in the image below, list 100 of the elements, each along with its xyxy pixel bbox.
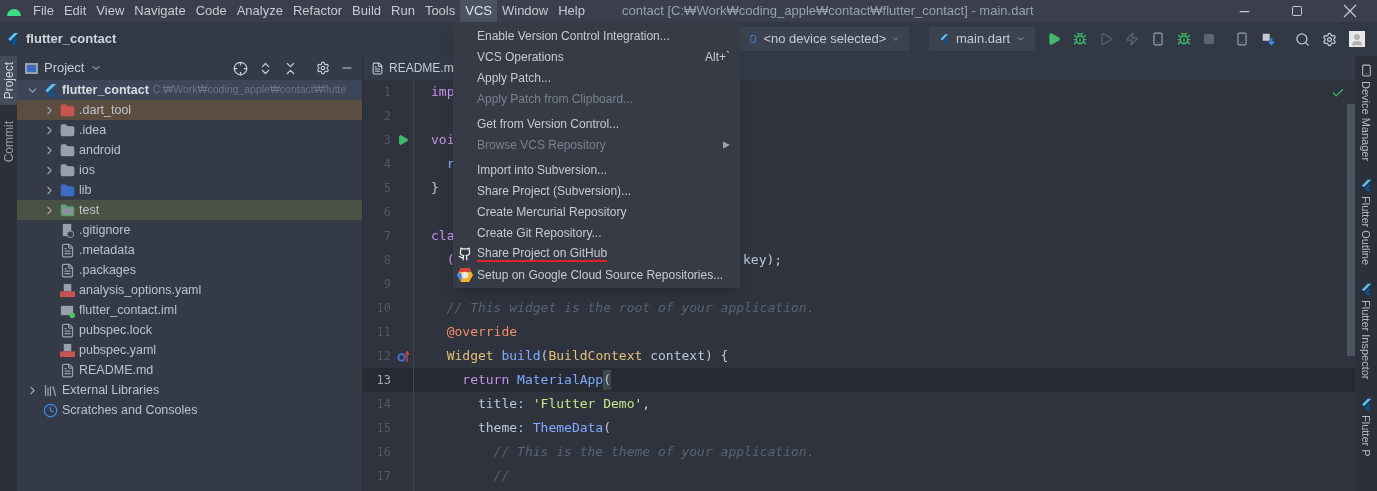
tree-item[interactable]: .gitignore <box>17 220 362 240</box>
tree-item[interactable]: Scratches and Consoles <box>17 400 362 420</box>
text-file-icon <box>60 262 75 278</box>
menu-item-label: Create Mercurial Repository <box>477 203 627 221</box>
tool-window-tab[interactable]: Device Manager <box>1357 64 1375 162</box>
menu-item[interactable]: VCS Operations Alt+` <box>453 46 740 67</box>
menu-item[interactable]: Get from Version Control... <box>453 113 740 134</box>
device-icon[interactable] <box>1151 32 1166 46</box>
menu-item[interactable]: Create Mercurial Repository <box>453 201 740 222</box>
flutter-logo-icon <box>1359 397 1373 411</box>
menu-item[interactable]: Analyze <box>231 0 288 22</box>
run-icon[interactable] <box>397 134 409 146</box>
flutter-logo-icon <box>1359 283 1373 297</box>
close-icon[interactable] <box>1343 4 1357 18</box>
tree-item[interactable]: README.md <box>17 360 362 380</box>
code-line: title: 'Flutter Demo', <box>476 395 651 414</box>
menu-item[interactable]: View <box>91 0 130 22</box>
tree-item[interactable]: lib <box>17 180 362 200</box>
attach-debugger-icon[interactable] <box>1177 32 1192 46</box>
menu-item[interactable]: Edit <box>58 0 92 22</box>
maximize-icon[interactable] <box>1291 5 1303 17</box>
tree-item[interactable]: .metadata <box>17 240 362 260</box>
tree-item-label: .dart_tool <box>79 101 132 119</box>
tool-window-tab[interactable]: Flutter P <box>1357 397 1375 457</box>
text-file-icon <box>60 322 75 338</box>
locate-icon[interactable] <box>233 60 248 76</box>
menu-item[interactable]: Refactor <box>287 0 348 22</box>
text-file-icon <box>60 242 75 258</box>
tree-item[interactable]: .dart_tool <box>17 100 362 120</box>
tree-item[interactable]: analysis_options.yaml <box>17 280 362 300</box>
code-line: key); <box>743 251 783 270</box>
menu-item[interactable]: Share Project on GitHub <box>453 243 740 264</box>
file-icon <box>371 61 384 75</box>
menu-item-label: Apply Patch... <box>477 69 552 87</box>
code-line: imp <box>431 83 455 102</box>
tool-window-tab[interactable]: Project <box>0 56 17 106</box>
menu-item[interactable]: Window <box>496 0 554 22</box>
submenu-arrow-icon <box>723 140 730 149</box>
menu-item-label: Browse VCS Repository <box>477 136 606 154</box>
menu-item-label: Share Project on GitHub <box>477 245 608 262</box>
code-line: ( <box>445 251 455 270</box>
editor-tab[interactable]: README.m <box>363 56 456 80</box>
menu-item[interactable]: Enable Version Control Integration... <box>453 25 740 46</box>
tree-item-label: ios <box>79 161 95 179</box>
override-marker-icon[interactable] <box>397 349 410 363</box>
menu-item[interactable]: Run <box>386 0 420 22</box>
flutter-logo-icon <box>1359 179 1373 193</box>
menu-item[interactable]: Create Git Repository... <box>453 222 740 243</box>
menu-item[interactable]: File <box>28 0 59 22</box>
menu-item[interactable]: Apply Patch... <box>453 67 740 88</box>
code-line: Widget build(BuildContext context) { <box>445 347 729 366</box>
tree-item[interactable]: test <box>17 200 362 220</box>
shortcut: Alt+` <box>704 48 730 66</box>
tool-window-tab[interactable]: Flutter Outline <box>1357 179 1375 266</box>
tree-item[interactable]: .idea <box>17 120 362 140</box>
menu-item[interactable]: Code <box>190 0 232 22</box>
tool-window-tab[interactable]: Flutter Inspector <box>1357 283 1375 380</box>
menu-item-label: Setup on Google Cloud Source Repositories... <box>477 266 724 284</box>
menu-item-label: Import into Subversion... <box>477 161 608 179</box>
tree-item[interactable]: ios <box>17 160 362 180</box>
menu-item-label: Enable Version Control Integration... <box>477 27 670 45</box>
menu-item[interactable]: Share Project (Subversion)... <box>453 180 740 201</box>
run-config-selector[interactable]: main.dart <box>929 27 1036 51</box>
menu-item[interactable]: Build <box>347 0 386 22</box>
avatar-icon[interactable] <box>1349 31 1366 47</box>
tree-item[interactable]: pubspec.lock <box>17 320 362 340</box>
settings-icon[interactable] <box>316 61 330 75</box>
folder-icon <box>60 122 75 138</box>
tree-item-label: .metadata <box>79 241 135 259</box>
menu-item[interactable]: Tools <box>419 0 461 22</box>
tree-item[interactable]: External Libraries <box>17 380 362 400</box>
menu-item[interactable]: Help <box>553 0 590 22</box>
tree-item-label: .gitignore <box>79 221 131 239</box>
menu-item[interactable]: Import into Subversion... <box>453 159 740 180</box>
package-icon[interactable] <box>1261 32 1276 46</box>
device-manager-icon[interactable] <box>1235 32 1250 46</box>
menu-item-label: Get from Version Control... <box>477 115 620 133</box>
search-icon[interactable] <box>1295 31 1311 47</box>
view-selector[interactable]: Project <box>44 58 103 78</box>
device-selector[interactable]: <no device selected> <box>739 27 910 51</box>
tree-item[interactable]: .packages <box>17 260 362 280</box>
folder-icon <box>60 142 75 158</box>
debug-icon[interactable] <box>1073 32 1088 46</box>
tree-item[interactable]: flutter_contact.iml <box>17 300 362 320</box>
tool-window-tab[interactable]: Commit <box>0 115 17 169</box>
tree-item-label: flutter_contact.iml <box>79 301 177 319</box>
menu-item[interactable]: VCS <box>460 0 497 22</box>
settings-icon[interactable] <box>1322 31 1338 47</box>
code-line: theme: ThemeData( <box>476 419 612 438</box>
run-icon[interactable] <box>1047 32 1062 46</box>
tree-item-label: .idea <box>79 121 107 139</box>
scrollbar[interactable] <box>1347 104 1355 356</box>
project-breadcrumb[interactable]: flutter_contact <box>26 29 117 49</box>
tree-item-label: analysis_options.yaml <box>79 281 202 299</box>
tree-item[interactable]: android <box>17 140 362 160</box>
tree-item[interactable]: pubspec.yaml <box>17 340 362 360</box>
menu-item[interactable]: Setup on Google Cloud Source Repositories... <box>453 264 740 285</box>
text-file-icon <box>60 362 75 378</box>
folder-icon <box>60 102 75 118</box>
menu-item[interactable]: Navigate <box>129 0 191 22</box>
